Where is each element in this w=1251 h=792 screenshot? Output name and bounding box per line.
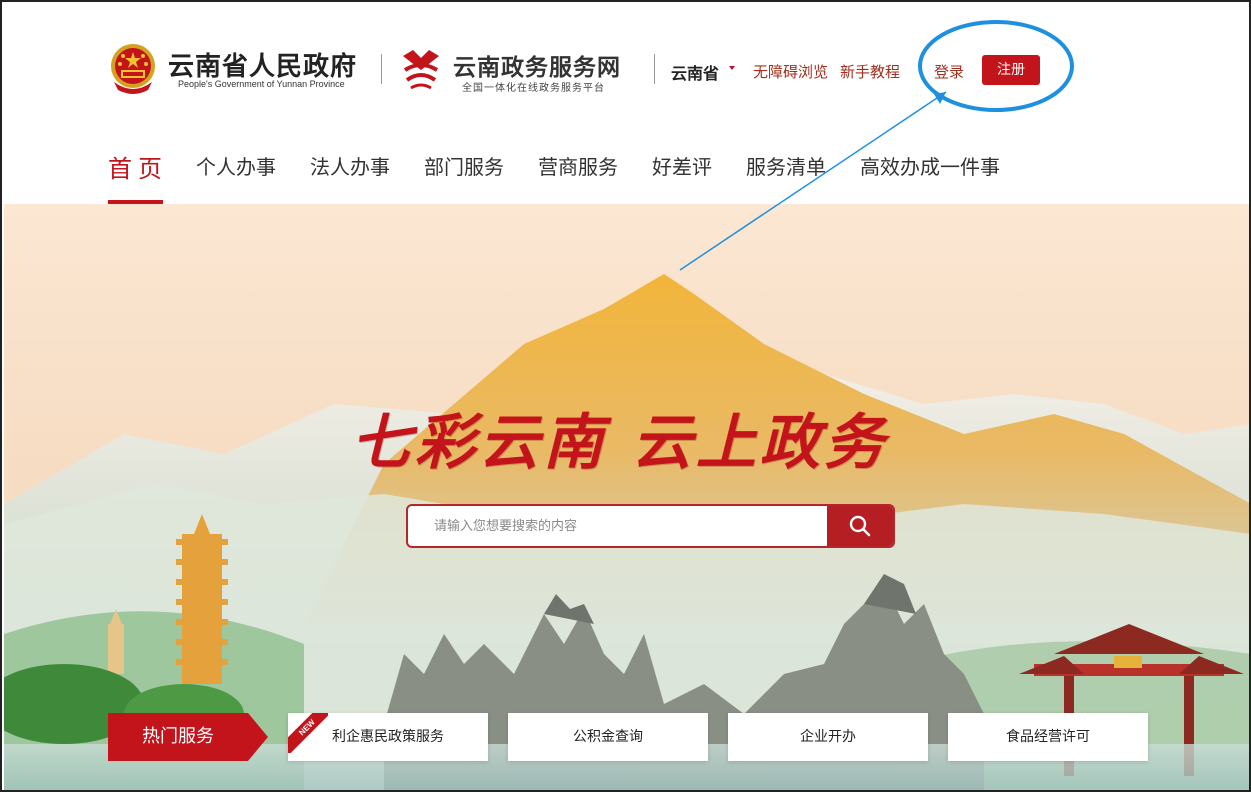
service-logo-icon — [403, 50, 439, 90]
search-bar — [406, 504, 895, 548]
region-selector[interactable]: 云南省 — [671, 60, 719, 84]
hero-banner — [4, 204, 1249, 790]
gov-subtitle: People's Government of Yunnan Province — [178, 79, 345, 89]
nav-item-department[interactable]: 部门服务 — [424, 151, 504, 180]
header-divider — [381, 54, 382, 84]
nav-item-service-list[interactable]: 服务清单 — [746, 151, 826, 180]
register-button[interactable]: 注册 — [982, 55, 1040, 85]
search-button[interactable] — [827, 506, 893, 546]
header-divider — [654, 54, 655, 84]
service-subtitle: 全国一体化在线政务服务平台 — [462, 83, 605, 94]
hero-slogan: 七彩云南 云上政务 — [351, 408, 888, 478]
nav-item-home[interactable]: 首页 — [108, 149, 168, 184]
login-link[interactable]: 登录 — [934, 61, 964, 82]
hot-service-company-setup[interactable]: 企业开办 — [728, 713, 928, 761]
tutorial-link[interactable]: 新手教程 — [840, 61, 900, 82]
nav-item-evaluation[interactable]: 好差评 — [652, 151, 712, 180]
service-title[interactable]: 云南政务服务网 — [453, 48, 621, 82]
national-emblem-icon — [111, 44, 155, 94]
nav-item-one-thing[interactable]: 高效办成一件事 — [860, 151, 1000, 180]
search-icon — [849, 515, 871, 537]
site-header: 云南省人民政府 People's Government of Yunnan Pr… — [2, 2, 1249, 127]
hot-service-provident-fund[interactable]: 公积金查询 — [508, 713, 708, 761]
hero-landscape-image — [4, 204, 1249, 790]
nav-item-legal-entity[interactable]: 法人办事 — [310, 151, 390, 180]
accessibility-link[interactable]: 无障碍浏览 — [753, 61, 828, 82]
search-input[interactable] — [408, 506, 828, 546]
hot-service-food-license[interactable]: 食品经营许可 — [948, 713, 1148, 761]
chevron-down-icon — [729, 66, 735, 70]
main-nav: 首页 个人办事 法人办事 部门服务 营商服务 好差评 服务清单 高效办成一件事 — [2, 127, 1249, 205]
gov-title[interactable]: 云南省人民政府 — [168, 46, 357, 83]
browser-viewport: 云南省人民政府 People's Government of Yunnan Pr… — [0, 0, 1251, 792]
nav-item-business[interactable]: 营商服务 — [538, 151, 618, 180]
nav-item-personal[interactable]: 个人办事 — [196, 151, 276, 180]
hot-services-label: 热门服务 — [142, 726, 214, 747]
hot-service-policy[interactable]: 利企惠民政策服务 — [288, 713, 488, 761]
